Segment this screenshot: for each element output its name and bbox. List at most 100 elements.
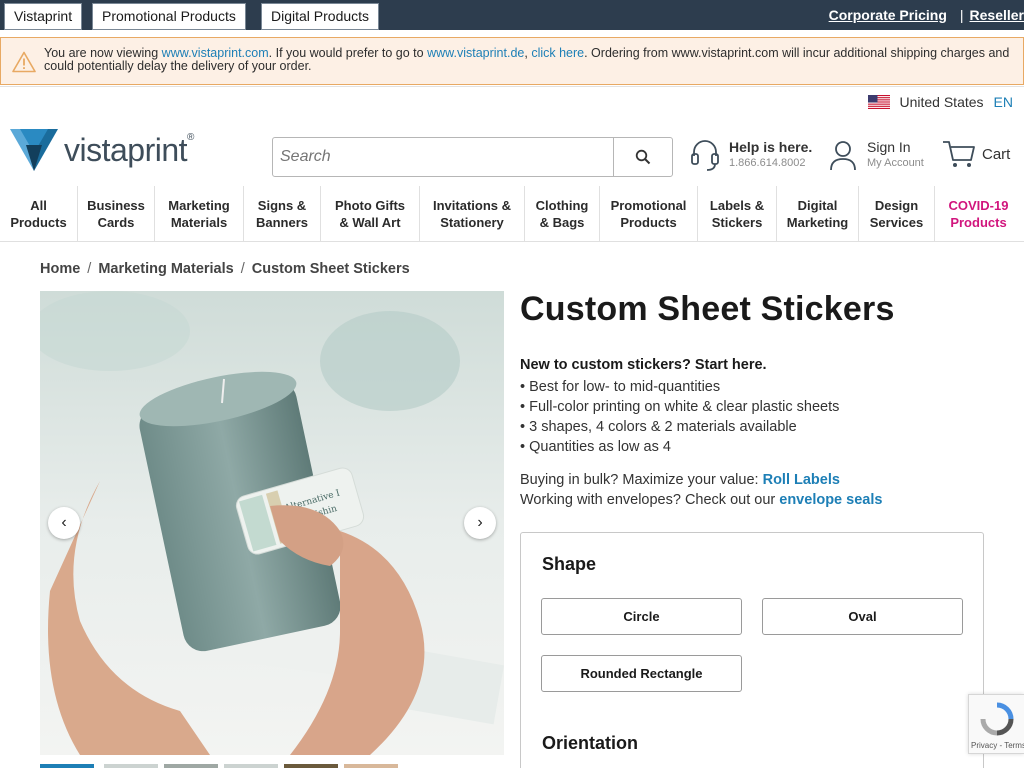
- headset-icon: [691, 140, 719, 171]
- my-account-label: My Account: [867, 157, 924, 169]
- nav-covid-products[interactable]: COVID-19 Products: [935, 186, 1022, 241]
- nav-label: Clothing: [535, 197, 589, 213]
- thumbnail[interactable]: [284, 764, 338, 768]
- nav-label: Materials: [170, 214, 228, 230]
- shape-heading: Shape: [542, 554, 597, 574]
- tab-digital-products[interactable]: Digital Products: [261, 3, 380, 30]
- nav-all-products[interactable]: All Products: [0, 186, 78, 241]
- cart-label: Cart: [982, 145, 1011, 163]
- top-links: Corporate Pricing | Reseller: [829, 0, 1024, 30]
- shape-oval-button[interactable]: Oval: [762, 598, 963, 635]
- page-title: Custom Sheet Stickers: [520, 290, 895, 328]
- cart-button[interactable]: Cart: [942, 139, 1010, 169]
- list-item: Best for low- to mid-quantities: [520, 377, 839, 397]
- tab-promotional-products[interactable]: Promotional Products: [92, 3, 246, 30]
- nav-photo-gifts[interactable]: Photo Gifts & Wall Art: [321, 186, 420, 241]
- nav-label: Signs &: [257, 197, 307, 213]
- nav-promotional-products[interactable]: Promotional Products: [600, 186, 698, 241]
- breadcrumb-separator: /: [240, 261, 245, 277]
- help-phone[interactable]: 1.866.614.8002: [729, 157, 812, 169]
- breadcrumb-home[interactable]: Home: [40, 261, 80, 277]
- thumbnail-strip: [40, 764, 400, 768]
- nav-design-services[interactable]: Design Services: [859, 186, 935, 241]
- click-here-link[interactable]: click here: [531, 46, 584, 60]
- nav-label: Design: [874, 197, 919, 213]
- thumbnail[interactable]: [104, 764, 158, 768]
- orientation-heading: Orientation: [542, 733, 639, 753]
- corporate-pricing-link[interactable]: Corporate Pricing: [829, 7, 947, 23]
- logo-wordmark: vistaprint®: [64, 132, 194, 169]
- thumbnail[interactable]: [344, 764, 398, 768]
- recaptcha-icon: [980, 702, 1014, 736]
- nav-invitations-stationery[interactable]: Invitations & Stationery: [420, 186, 525, 241]
- nav-signs-banners[interactable]: Signs & Banners: [244, 186, 321, 241]
- envelope-promo: Working with envelopes? Check out our en…: [520, 492, 882, 508]
- nav-label: Marketing: [168, 197, 230, 213]
- thumbnail[interactable]: [164, 764, 218, 768]
- search-input[interactable]: [273, 138, 613, 176]
- feature-list: Best for low- to mid-quantities Full-col…: [520, 377, 839, 457]
- warning-icon: [12, 51, 36, 73]
- envelope-seals-link[interactable]: envelope seals: [779, 492, 882, 508]
- search-button[interactable]: [613, 138, 672, 176]
- help-contact[interactable]: Help is here. 1.866.614.8002: [690, 139, 812, 173]
- nav-marketing-materials[interactable]: Marketing Materials: [155, 186, 244, 241]
- help-title: Help is here.: [729, 139, 813, 155]
- nav-label: Stickers: [711, 214, 763, 230]
- nav-label: COVID-19: [948, 197, 1009, 213]
- vistaprint-logo[interactable]: vistaprint®: [10, 128, 222, 172]
- nav-label: Marketing: [786, 214, 849, 230]
- nav-labels-stickers[interactable]: Labels & Stickers: [698, 186, 777, 241]
- shape-circle-button[interactable]: Circle: [541, 598, 742, 635]
- nav-label: Promotional: [610, 197, 687, 213]
- product-image: Alternative I Furnishin ‹ ›: [40, 291, 504, 755]
- bulk-promo: Buying in bulk? Maximize your value: Rol…: [520, 472, 840, 488]
- nav-digital-marketing[interactable]: Digital Marketing: [777, 186, 859, 241]
- nav-label: Products: [10, 214, 67, 230]
- reseller-link[interactable]: Reseller: [970, 7, 1024, 23]
- notice-text-2: . If you would prefer to go to: [268, 46, 428, 60]
- list-item: Quantities as low as 4: [520, 437, 839, 457]
- chevron-left-icon: ‹: [61, 514, 67, 531]
- locale-selector[interactable]: United States EN: [868, 94, 1013, 110]
- nav-label: Services: [869, 214, 924, 230]
- nav-label: & Bags: [539, 214, 585, 230]
- cart-icon: [943, 141, 975, 167]
- list-item: 3 shapes, 4 colors & 2 materials availab…: [520, 417, 839, 437]
- candle-sticker-photo: Alternative I Furnishin: [40, 291, 504, 755]
- vistaprint-com-link[interactable]: www.vistaprint.com: [162, 46, 269, 60]
- site-notice-text: You are now viewing www.vistaprint.com. …: [44, 47, 1014, 73]
- thumbnail[interactable]: [224, 764, 278, 768]
- sign-in-label: Sign In: [867, 139, 911, 155]
- carousel-next-button[interactable]: ›: [464, 507, 496, 539]
- breadcrumb-current: Custom Sheet Stickers: [251, 261, 410, 277]
- nav-label: Stationery: [440, 214, 504, 230]
- vistaprint-de-link[interactable]: www.vistaprint.de: [427, 46, 524, 60]
- thumbnail[interactable]: [40, 764, 94, 768]
- us-flag-icon: [868, 95, 891, 109]
- nav-business-cards[interactable]: Business Cards: [78, 186, 155, 241]
- breadcrumb-marketing-materials[interactable]: Marketing Materials: [98, 261, 233, 277]
- sign-in-text: Sign In My Account: [867, 139, 924, 171]
- search-icon: [635, 149, 651, 165]
- user-icon: [830, 141, 856, 171]
- language-code[interactable]: EN: [994, 94, 1013, 110]
- recaptcha-terms[interactable]: Privacy - Terms: [971, 741, 1024, 750]
- recaptcha-badge[interactable]: Privacy - Terms: [968, 694, 1024, 754]
- nav-label: Digital: [797, 197, 838, 213]
- registered-mark: ®: [187, 131, 194, 143]
- search-bar: [272, 137, 673, 177]
- nav-label: Banners: [255, 214, 309, 230]
- nav-label: Invitations &: [432, 197, 511, 213]
- nav-label: Products: [620, 214, 677, 230]
- envelope-promo-text: Working with envelopes? Check out our: [520, 492, 780, 508]
- tab-vistaprint[interactable]: Vistaprint: [4, 3, 83, 30]
- carousel-prev-button[interactable]: ‹: [48, 507, 80, 539]
- nav-clothing-bags[interactable]: Clothing & Bags: [525, 186, 600, 241]
- vistaprint-logo-mark-icon: [10, 129, 58, 171]
- product-lead: New to custom stickers? Start here.: [520, 357, 767, 373]
- roll-labels-link[interactable]: Roll Labels: [763, 472, 840, 488]
- sign-in[interactable]: Sign In My Account: [828, 139, 924, 171]
- country-name: United States: [899, 94, 984, 110]
- shape-rounded-rectangle-button[interactable]: Rounded Rectangle: [541, 655, 742, 692]
